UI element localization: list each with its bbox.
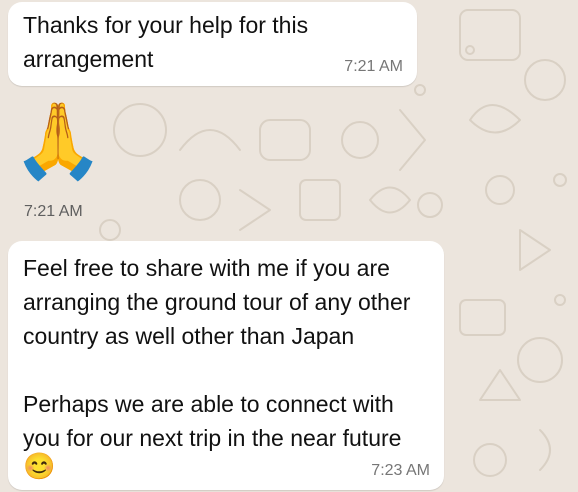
message-emoji-2[interactable]: 🙏 <box>12 92 104 190</box>
message-bubble-3[interactable]: Feel free to share with me if you are ar… <box>8 241 444 490</box>
message-text-1: Thanks for your help for this arrangemen… <box>23 12 309 72</box>
message-text-3: Feel free to share with me if you are ar… <box>23 255 411 451</box>
message-bubble-1[interactable]: Thanks for your help for this arrangemen… <box>8 2 417 86</box>
smile-emoji: 😊 <box>23 451 56 481</box>
message-timestamp-2: 7:21 AM <box>24 203 83 220</box>
message-timestamp-3: 7:23 AM <box>371 462 430 479</box>
message-timestamp-1: 7:21 AM <box>344 58 403 75</box>
